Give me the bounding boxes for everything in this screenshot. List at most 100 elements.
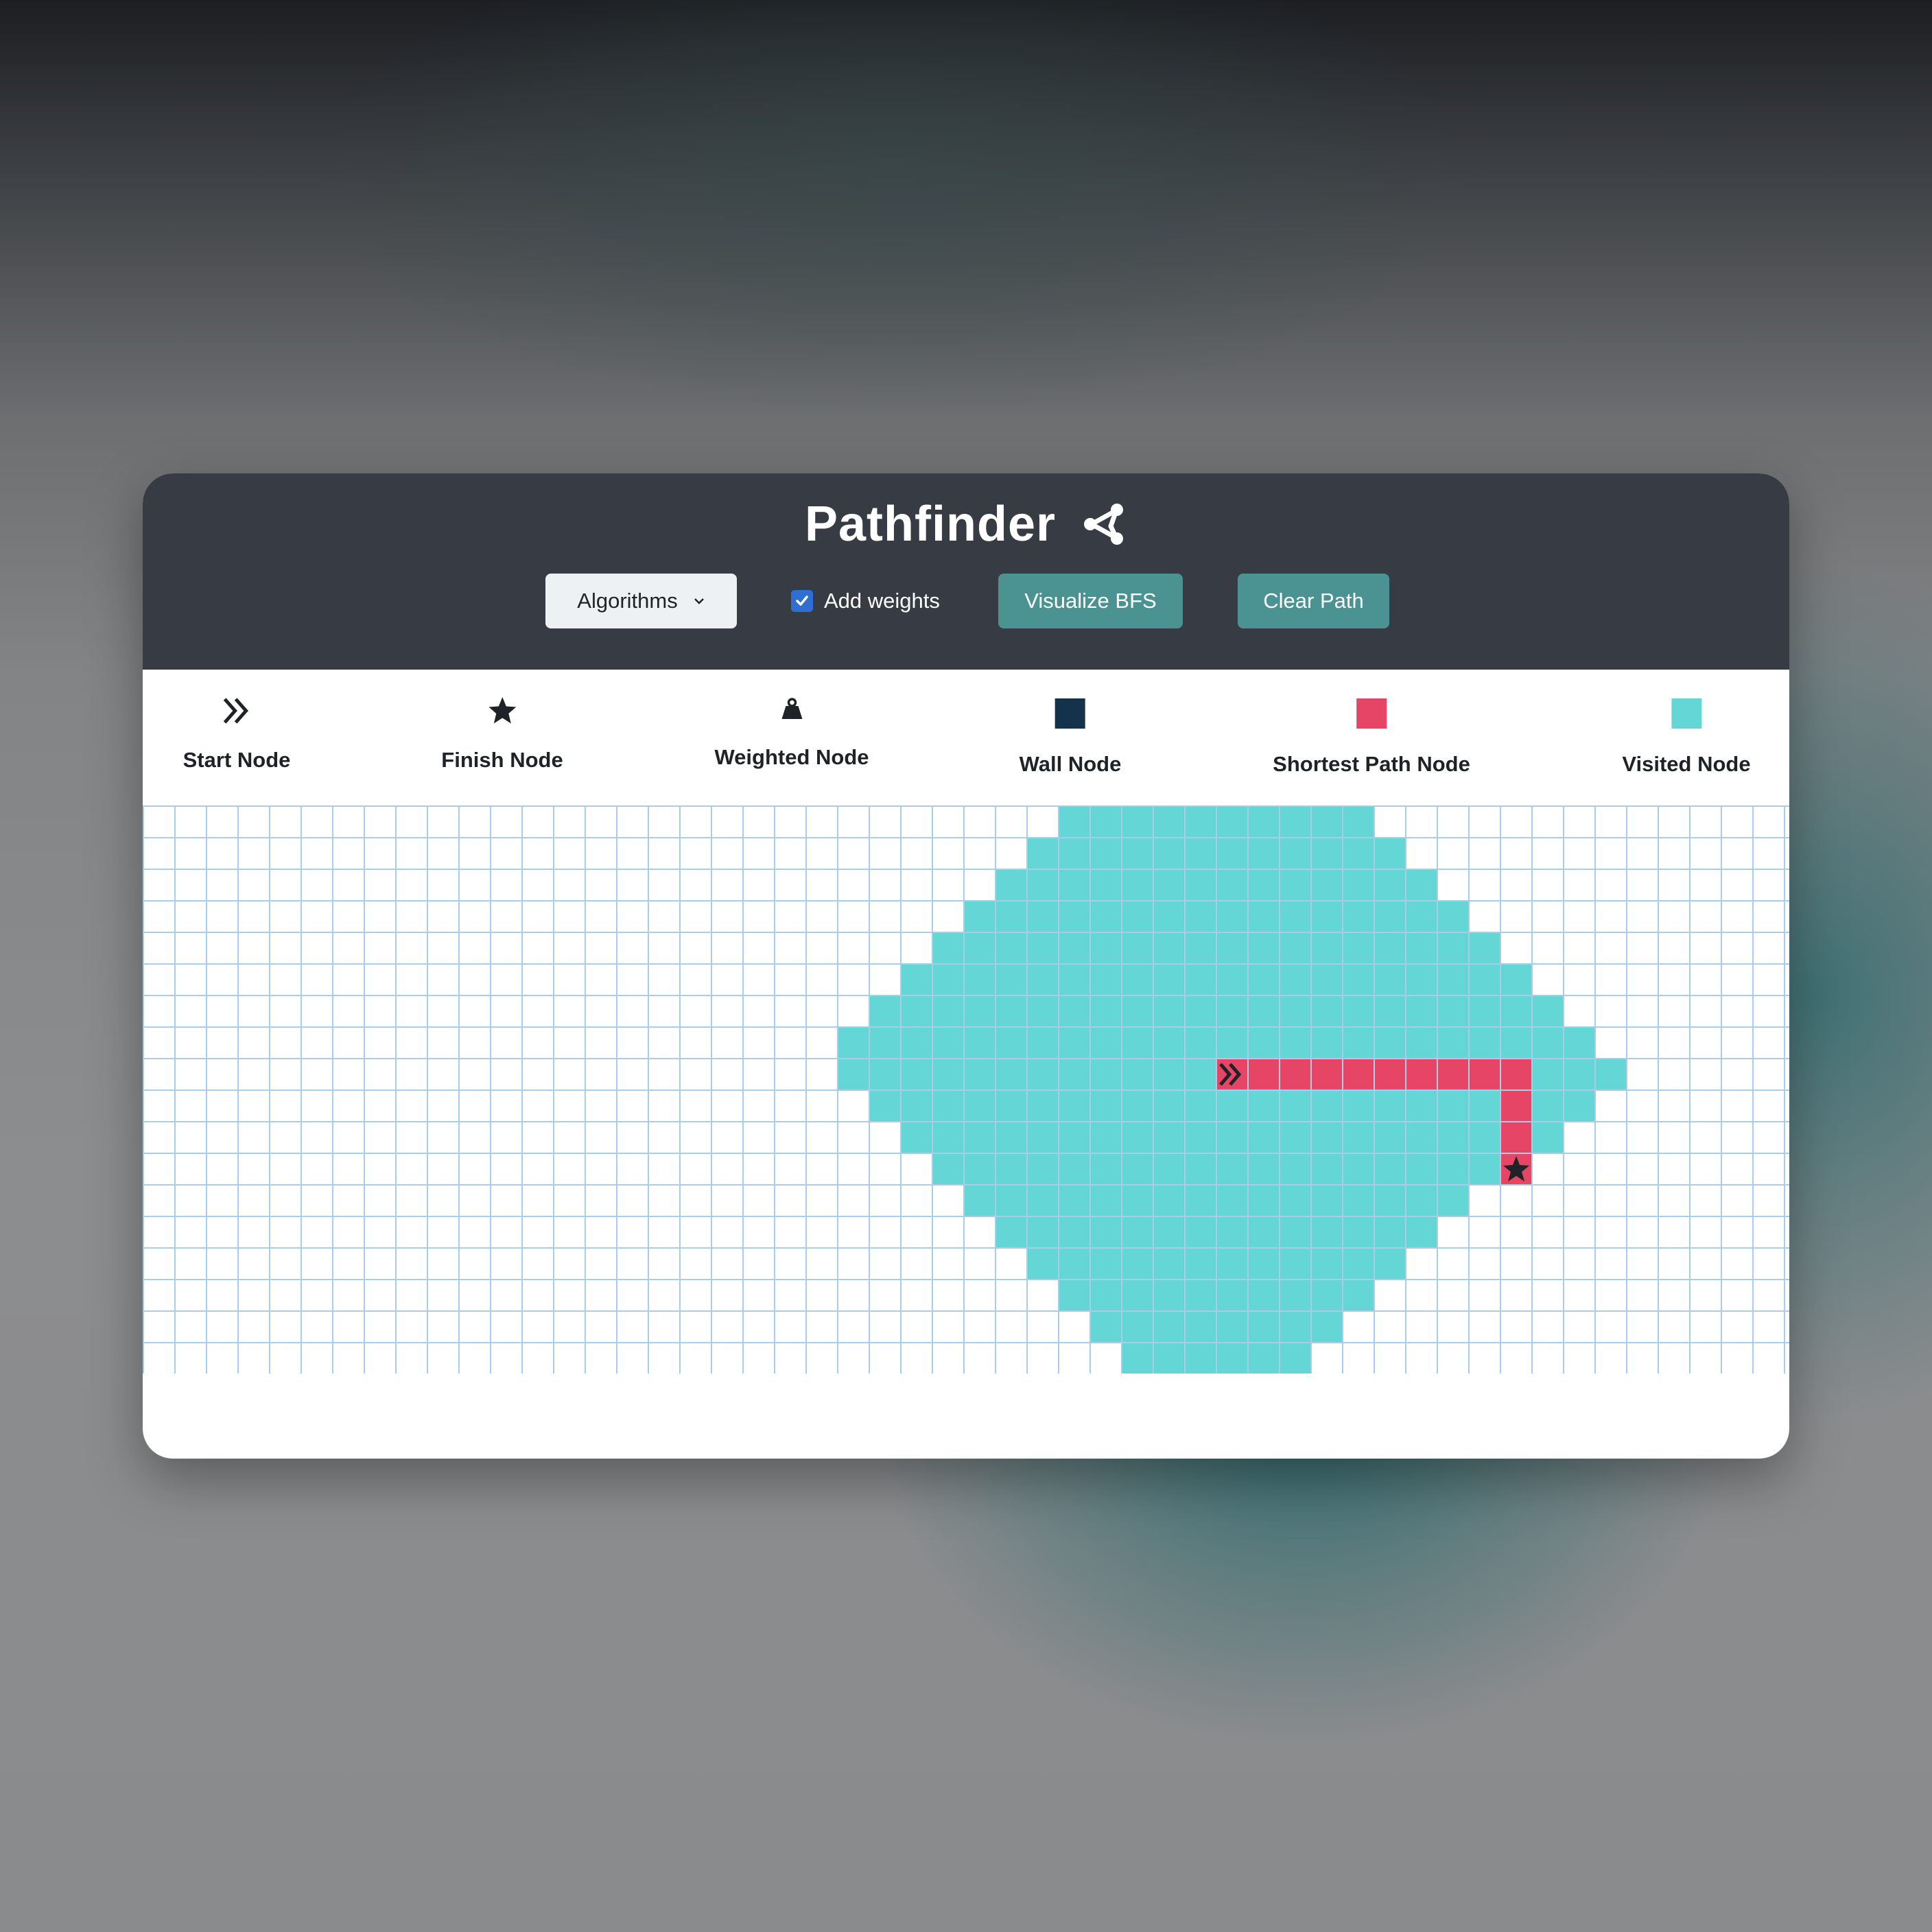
grid-cell-visited[interactable]: [1342, 1184, 1375, 1217]
grid-cell-visited[interactable]: [1026, 1216, 1059, 1249]
grid-cell[interactable]: [143, 869, 176, 902]
grid-cell-visited[interactable]: [1121, 1153, 1154, 1186]
grid-cell[interactable]: [1784, 1279, 1789, 1312]
grid-cell[interactable]: [458, 1310, 491, 1343]
grid-cell[interactable]: [301, 805, 333, 838]
grid-cell[interactable]: [553, 1089, 586, 1122]
grid-cell[interactable]: [1405, 837, 1438, 870]
grid-cell[interactable]: [837, 1089, 870, 1122]
grid-cell-visited[interactable]: [1374, 869, 1406, 902]
grid-cell[interactable]: [1437, 1279, 1470, 1312]
grid-cell-visited[interactable]: [1279, 1026, 1312, 1059]
grid-cell[interactable]: [174, 805, 207, 838]
grid-cell[interactable]: [1626, 1121, 1659, 1154]
grid-cell[interactable]: [1721, 837, 1754, 870]
grid-cell[interactable]: [269, 932, 302, 965]
grid-cell-visited[interactable]: [1437, 963, 1470, 996]
grid-cell[interactable]: [837, 1279, 870, 1312]
grid-cell[interactable]: [458, 805, 491, 838]
grid-cell[interactable]: [269, 1184, 302, 1217]
grid-cell[interactable]: [553, 1310, 586, 1343]
grid-cell[interactable]: [521, 869, 554, 902]
grid-cell[interactable]: [900, 805, 933, 838]
grid-cell[interactable]: [711, 1089, 744, 1122]
grid-cell[interactable]: [332, 1216, 365, 1249]
grid-cell[interactable]: [742, 932, 775, 965]
grid-cell[interactable]: [963, 1310, 996, 1343]
grid-cell-visited[interactable]: [932, 1121, 965, 1154]
grid-cell-visited[interactable]: [1089, 1089, 1122, 1122]
grid-cell[interactable]: [648, 1247, 681, 1280]
grid-cell[interactable]: [774, 1310, 807, 1343]
grid-cell-visited[interactable]: [1121, 995, 1154, 1028]
grid-cell[interactable]: [1784, 1058, 1789, 1091]
grid-cell[interactable]: [1689, 932, 1722, 965]
grid-cell-visited[interactable]: [1216, 1026, 1249, 1059]
grid-cell[interactable]: [364, 995, 397, 1028]
grid-cell-visited[interactable]: [1121, 1121, 1154, 1154]
grid-cell[interactable]: [1468, 1279, 1501, 1312]
grid-cell[interactable]: [679, 1058, 712, 1091]
grid-cell-visited[interactable]: [1437, 1026, 1470, 1059]
grid-cell[interactable]: [616, 1216, 649, 1249]
grid-cell[interactable]: [585, 995, 617, 1028]
grid-cell-visited[interactable]: [1374, 995, 1406, 1028]
grid-cell[interactable]: [364, 1310, 397, 1343]
grid-cell-visited[interactable]: [1247, 963, 1280, 996]
grid-cell[interactable]: [1626, 963, 1659, 996]
grid-cell[interactable]: [553, 1184, 586, 1217]
grid-cell[interactable]: [742, 837, 775, 870]
grid-cell[interactable]: [679, 1247, 712, 1280]
grid-cell-visited[interactable]: [1405, 1121, 1438, 1154]
grid-cell[interactable]: [1468, 1247, 1501, 1280]
grid-cell[interactable]: [269, 963, 302, 996]
grid-cell[interactable]: [711, 1153, 744, 1186]
grid-cell[interactable]: [427, 1184, 460, 1217]
grid-cell[interactable]: [774, 837, 807, 870]
grid-cell-visited[interactable]: [1279, 1121, 1312, 1154]
grid-cell-visited[interactable]: [995, 963, 1028, 996]
grid-cell[interactable]: [742, 1121, 775, 1154]
grid-cell[interactable]: [1784, 1153, 1789, 1186]
grid-cell-visited[interactable]: [1058, 1121, 1091, 1154]
grid-cell-visited[interactable]: [1310, 1310, 1343, 1343]
grid-cell[interactable]: [585, 1279, 617, 1312]
grid-cell-visited[interactable]: [1342, 995, 1375, 1028]
grid-cell-visited[interactable]: [1374, 1089, 1406, 1122]
grid-cell[interactable]: [711, 995, 744, 1028]
grid-cell-path[interactable]: [1216, 1058, 1249, 1091]
grid-cell-visited[interactable]: [1026, 1058, 1059, 1091]
grid-cell[interactable]: [711, 1121, 744, 1154]
grid-cell[interactable]: [900, 1153, 933, 1186]
grid-cell[interactable]: [1689, 1026, 1722, 1059]
grid-cell-visited[interactable]: [1153, 1247, 1186, 1280]
grid-cell[interactable]: [553, 900, 586, 933]
grid-cell[interactable]: [206, 1121, 239, 1154]
grid-cell-visited[interactable]: [837, 1026, 870, 1059]
grid-cell[interactable]: [1658, 805, 1690, 838]
grid-cell[interactable]: [774, 1026, 807, 1059]
grid-cell[interactable]: [395, 805, 428, 838]
grid-cell[interactable]: [395, 1184, 428, 1217]
grid-cell-visited[interactable]: [1310, 869, 1343, 902]
grid-cell[interactable]: [1784, 1121, 1789, 1154]
grid-cell[interactable]: [648, 1279, 681, 1312]
grid-cell[interactable]: [332, 1058, 365, 1091]
grid-cell[interactable]: [1500, 837, 1533, 870]
grid-cell[interactable]: [1563, 1216, 1596, 1249]
grid-cell[interactable]: [458, 1184, 491, 1217]
grid-cell-visited[interactable]: [1121, 1026, 1154, 1059]
grid-cell-visited[interactable]: [1374, 1153, 1406, 1186]
grid-cell[interactable]: [521, 1153, 554, 1186]
grid-cell[interactable]: [648, 1089, 681, 1122]
grid-cell[interactable]: [616, 995, 649, 1028]
add-weights-toggle[interactable]: Add weights: [791, 574, 950, 628]
grid-cell[interactable]: [616, 1153, 649, 1186]
grid-cell[interactable]: [301, 869, 333, 902]
grid-cell[interactable]: [1626, 1216, 1659, 1249]
grid-cell[interactable]: [1594, 963, 1627, 996]
grid-cell[interactable]: [1437, 1247, 1470, 1280]
grid-cell[interactable]: [553, 1153, 586, 1186]
grid-cell[interactable]: [143, 805, 176, 838]
grid-cell[interactable]: [174, 1184, 207, 1217]
